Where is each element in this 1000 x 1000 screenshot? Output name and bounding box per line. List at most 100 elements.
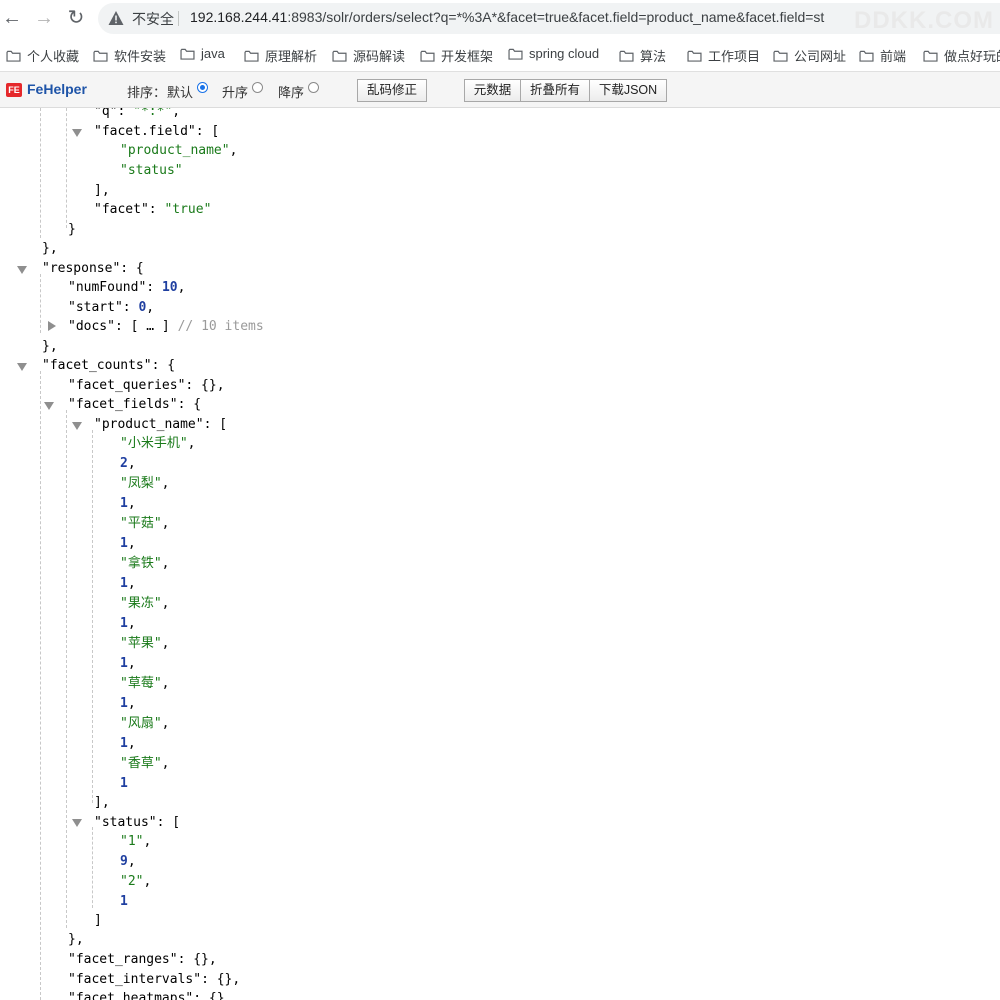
collapse-all-button[interactable]: 折叠所有: [520, 79, 590, 102]
json-line: "facet_fields": {: [68, 395, 201, 415]
indent-guide: [40, 371, 41, 1000]
sort-default-radio[interactable]: [197, 82, 208, 93]
json-string: "风扇": [120, 716, 162, 731]
download-json-button[interactable]: 下载JSON: [589, 79, 667, 102]
bookmark-label: 开发框架: [441, 49, 494, 64]
warning-icon: [108, 11, 124, 25]
bookmark-item[interactable]: 开发框架: [420, 46, 493, 65]
json-line: },: [42, 337, 58, 357]
bookmark-item[interactable]: 源码解读: [332, 46, 405, 65]
json-token: :: [122, 300, 139, 315]
json-line: "facet_intervals": {},: [68, 970, 240, 990]
json-line: ],: [94, 181, 110, 201]
json-token: ,: [161, 476, 170, 491]
url-input[interactable]: 不安全 192.168.244.41:8983/solr/orders/sele…: [98, 3, 1000, 34]
collapse-toggle-icon[interactable]: [17, 266, 27, 274]
security-status[interactable]: 不安全: [132, 9, 174, 29]
json-line: "拿铁",: [120, 554, 169, 574]
json-line: "facet_queries": {},: [68, 376, 225, 396]
json-token: "facet.field": [94, 124, 196, 139]
collapse-toggle-icon[interactable]: [72, 129, 82, 137]
json-token: "product_name": [94, 417, 204, 432]
indent-guide: [66, 410, 67, 928]
json-line: 1,: [120, 574, 136, 594]
bookmark-item[interactable]: 前端: [859, 46, 906, 65]
json-string: "香草": [120, 756, 162, 771]
json-token: ,: [229, 143, 238, 158]
json-line: "facet_ranges": {},: [68, 950, 217, 970]
json-line: "小米手机",: [120, 434, 195, 454]
json-token: :: [146, 280, 162, 295]
bookmark-item[interactable]: 做点好玩的: [923, 46, 1000, 65]
collapse-toggle-icon[interactable]: [72, 819, 82, 827]
json-line: "numFound": 10,: [68, 278, 185, 298]
json-line: "1",: [120, 832, 151, 852]
json-token: ,: [127, 616, 136, 631]
bookmark-item[interactable]: 原理解析: [244, 46, 317, 65]
json-line: "status": [: [94, 813, 180, 833]
forward-arrow-icon[interactable]: →: [32, 6, 56, 30]
json-token: "facet_heatmaps": [68, 991, 194, 1000]
fix-encoding-button[interactable]: 乱码修正: [357, 79, 427, 102]
json-number: 2: [120, 456, 128, 471]
json-token: ,: [161, 596, 170, 611]
json-number: 1: [120, 576, 128, 591]
json-number: 1: [120, 656, 128, 671]
json-token: : [: [203, 417, 228, 432]
watermark: DDKK.COM: [854, 7, 994, 34]
json-token: ,: [161, 716, 170, 731]
bookmark-label: 做点好玩的: [944, 49, 1000, 64]
metadata-button[interactable]: 元数据: [464, 79, 521, 102]
json-line: "苹果",: [120, 634, 169, 654]
bookmark-label: 公司网址: [794, 49, 847, 64]
bookmark-label: 算法: [640, 49, 667, 64]
json-token: ,: [127, 854, 136, 869]
back-arrow-icon[interactable]: ←: [0, 6, 24, 30]
json-number: 9: [120, 854, 128, 869]
sort-asc-radio[interactable]: [252, 82, 263, 93]
json-token: "numFound": [68, 280, 147, 295]
json-token: "facet_queries": [68, 378, 186, 393]
json-token: "facet_ranges": [68, 952, 178, 967]
bookmark-label: 原理解析: [265, 49, 318, 64]
json-string: "小米手机": [120, 436, 188, 451]
json-token: : [ … ]: [114, 319, 178, 334]
json-number: 1: [120, 496, 128, 511]
json-token: :: [148, 202, 165, 217]
fehelper-name: FeHelper: [27, 81, 87, 97]
expand-toggle-icon[interactable]: [48, 321, 56, 331]
reload-icon[interactable]: ↻: [64, 6, 88, 30]
bookmark-item[interactable]: 软件安装: [93, 46, 166, 65]
json-token: },: [42, 241, 58, 256]
url-text[interactable]: 192.168.244.41:8983/solr/orders/select?q…: [190, 9, 824, 25]
bookmark-label: 工作项目: [708, 49, 761, 64]
json-string: "1": [120, 834, 144, 849]
json-line: "facet.field": [: [94, 122, 219, 142]
bookmark-item[interactable]: 算法: [619, 46, 666, 65]
json-token: "facet_fields": [68, 397, 178, 412]
json-line: 1,: [120, 494, 136, 514]
json-number: 1: [120, 536, 128, 551]
bookmark-item[interactable]: 工作项目: [687, 46, 760, 65]
bookmark-item[interactable]: 公司网址: [773, 46, 846, 65]
bookmarks-bar: 个人收藏 软件安装 java 原理解析 源码解读 开发框架 spring cloud 算法 工作…: [0, 37, 1000, 72]
json-line: "草莓",: [120, 674, 169, 694]
json-token: ,: [127, 456, 136, 471]
json-line: "风扇",: [120, 714, 169, 734]
json-token: ,: [161, 676, 170, 691]
bookmark-item[interactable]: spring cloud: [508, 46, 599, 61]
json-string: "2": [120, 874, 144, 889]
bookmark-label: spring cloud: [529, 46, 600, 61]
sort-asc-label: 升序: [222, 85, 249, 100]
json-number: 10: [161, 280, 178, 295]
folder-icon: [6, 50, 21, 62]
sort-desc-radio[interactable]: [308, 82, 319, 93]
json-token: ,: [172, 108, 181, 119]
bookmark-item[interactable]: java: [180, 46, 225, 61]
json-token: }: [68, 222, 76, 237]
bookmark-item[interactable]: 个人收藏: [6, 46, 79, 65]
json-token: ,: [161, 756, 170, 771]
collapse-toggle-icon[interactable]: [72, 422, 82, 430]
collapse-toggle-icon[interactable]: [17, 363, 27, 371]
collapse-toggle-icon[interactable]: [44, 402, 54, 410]
